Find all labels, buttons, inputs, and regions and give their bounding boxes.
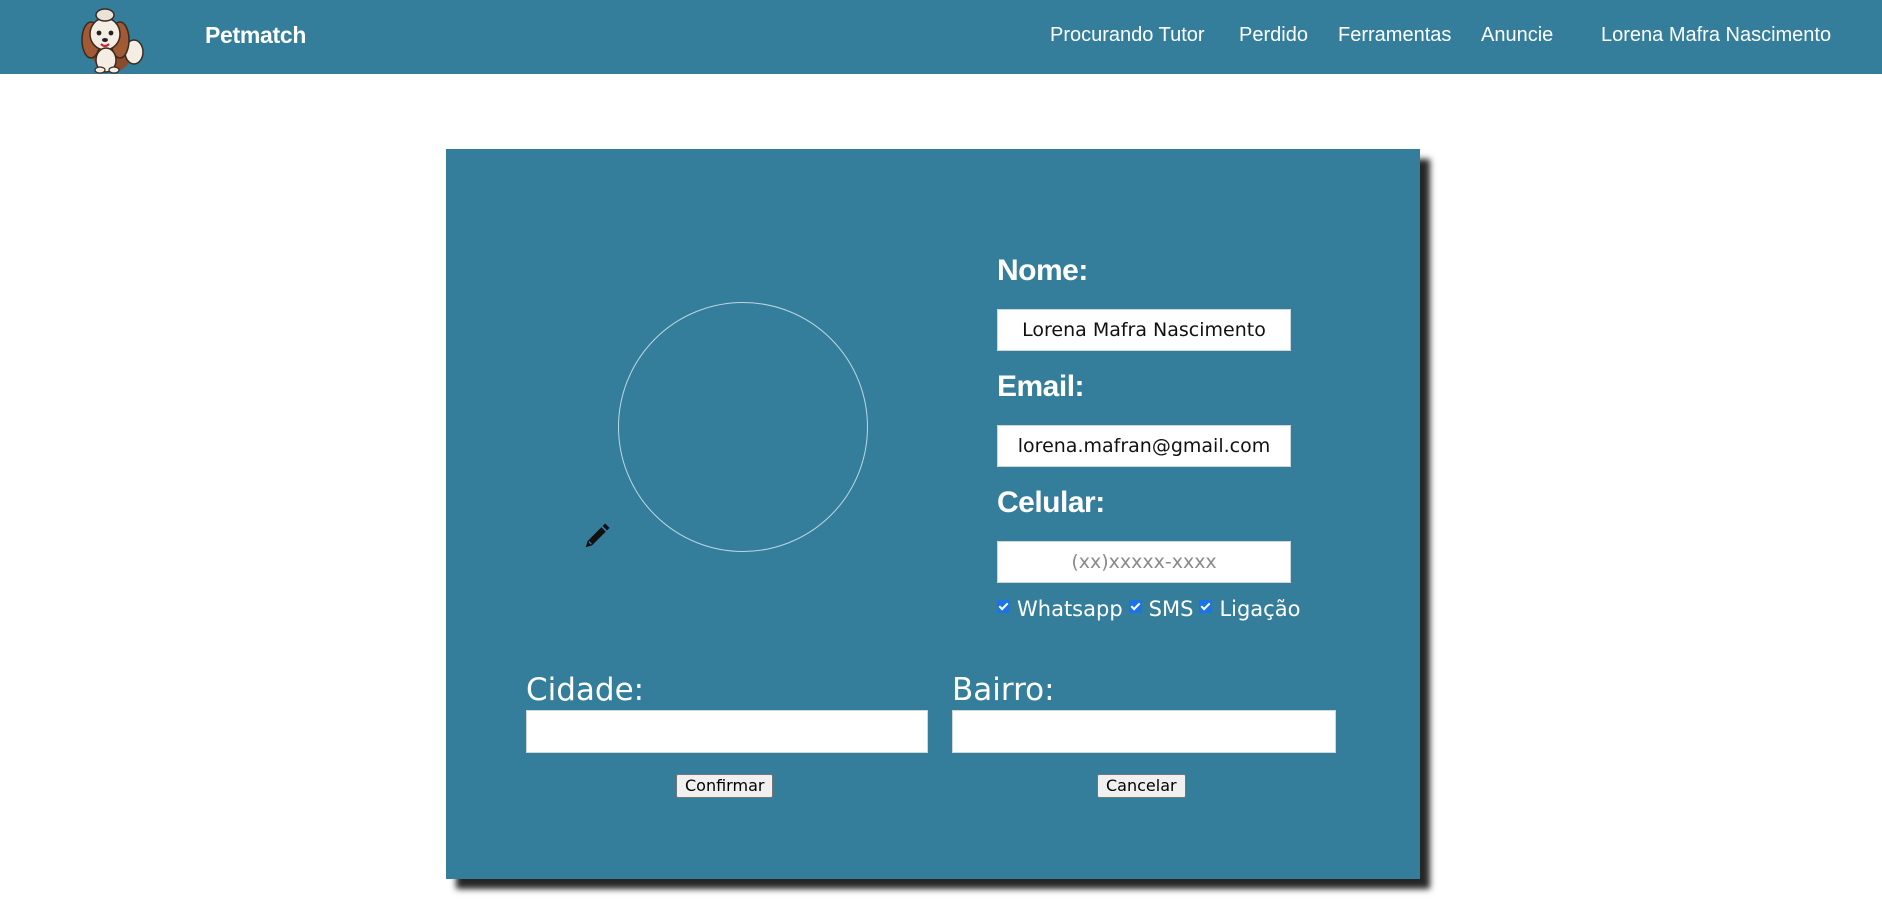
district-label: Bairro:: [952, 672, 1055, 708]
ligacao-label: Ligação: [1219, 597, 1301, 621]
edit-pencil-icon[interactable]: [582, 521, 612, 551]
nav-perdido[interactable]: Perdido: [1239, 24, 1308, 47]
cancel-button[interactable]: Cancelar: [1097, 774, 1186, 798]
district-input[interactable]: [952, 710, 1336, 753]
name-label: Nome:: [997, 254, 1088, 287]
nav-user-profile[interactable]: Lorena Mafra Nascimento: [1601, 24, 1831, 47]
whatsapp-label: Whatsapp: [1017, 597, 1123, 621]
phone-label: Celular:: [997, 486, 1105, 519]
nav-ferramentas[interactable]: Ferramentas: [1338, 24, 1451, 47]
ligacao-checkbox[interactable]: [1199, 599, 1213, 613]
profile-edit-card: Nome: Email: Celular: Whatsapp SMS Ligaç…: [446, 149, 1420, 879]
city-label: Cidade:: [526, 672, 645, 708]
sms-checkbox[interactable]: [1128, 599, 1142, 613]
nav-anuncie[interactable]: Anuncie: [1481, 24, 1553, 47]
phone-input[interactable]: [997, 541, 1291, 583]
name-input[interactable]: [997, 309, 1291, 351]
whatsapp-checkbox[interactable]: [997, 599, 1010, 613]
top-navbar: Petmatch Procurando Tutor Perdido Ferram…: [0, 0, 1882, 74]
contact-options: Whatsapp SMS Ligação: [997, 597, 1306, 621]
nav-procurando-tutor[interactable]: Procurando Tutor: [1050, 24, 1205, 47]
confirm-button[interactable]: Confirmar: [676, 774, 774, 798]
dog-logo-icon[interactable]: [76, 6, 148, 74]
avatar-placeholder[interactable]: [618, 302, 868, 552]
email-input[interactable]: [997, 425, 1291, 467]
email-label: Email:: [997, 370, 1085, 403]
sms-label: SMS: [1148, 597, 1194, 621]
brand-name[interactable]: Petmatch: [205, 22, 306, 49]
city-input[interactable]: [526, 710, 928, 753]
